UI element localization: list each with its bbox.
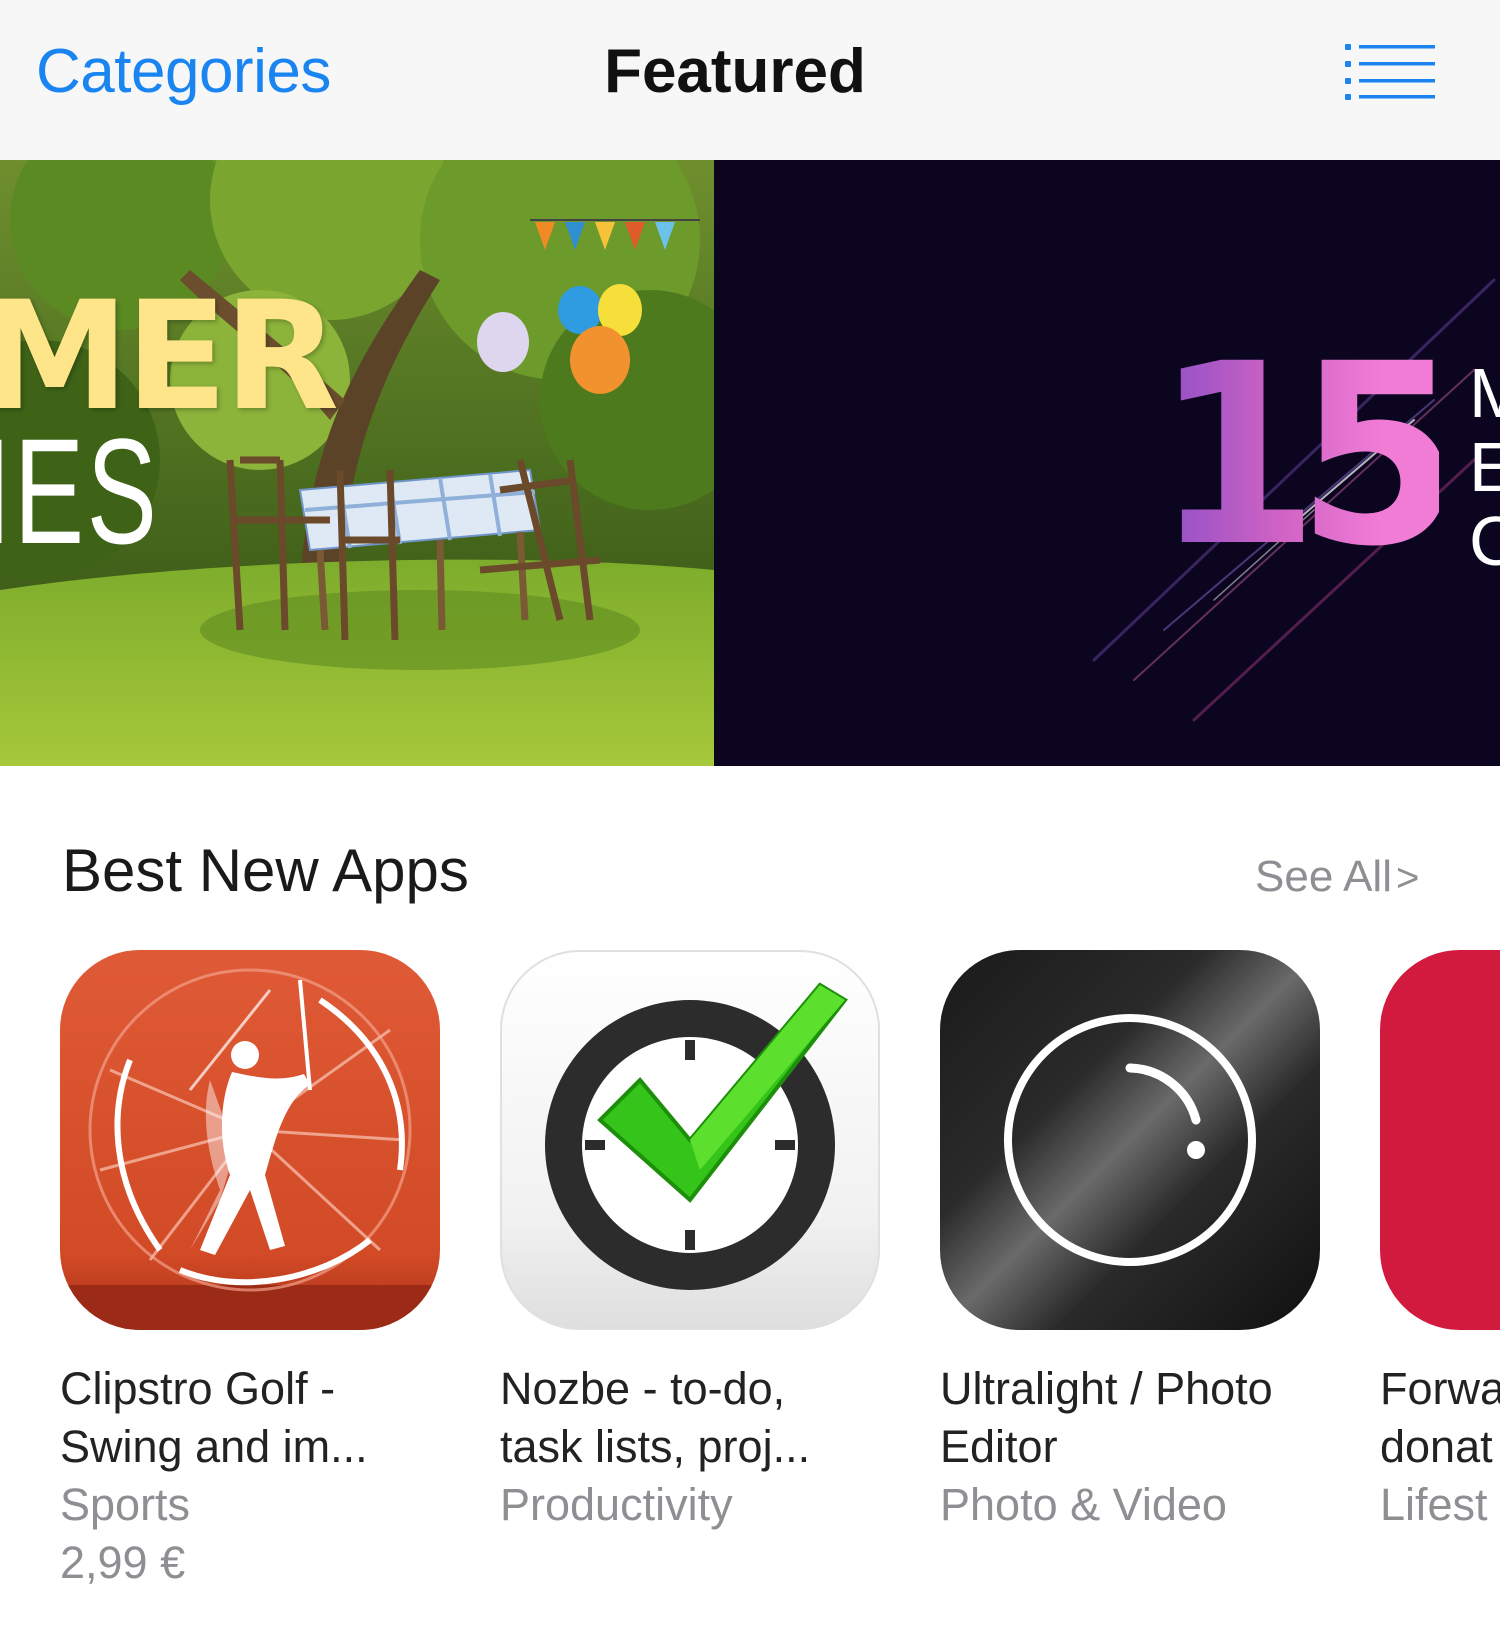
app-name: Clipstro Golf - Swing and im... (60, 1360, 450, 1476)
clock-check-icon (500, 950, 880, 1330)
app-name-line: Forwa (1380, 1363, 1500, 1414)
app-category: Sports (60, 1479, 191, 1530)
fifteen-banner[interactable]: 15 M E C (714, 160, 1500, 766)
see-all-label: See All (1255, 852, 1392, 901)
golfer-icon (60, 950, 440, 1330)
see-all-link[interactable]: See All > (1255, 852, 1419, 902)
banner-subheadline: IES (0, 407, 160, 575)
chevron-right-icon: > (1395, 856, 1420, 900)
categories-button[interactable]: Categories (36, 36, 331, 107)
app-name-line: Editor (940, 1421, 1058, 1472)
navigation-bar: Categories Featured (0, 0, 1500, 161)
red-app-icon (1380, 950, 1500, 1330)
camera-lens-icon (940, 950, 1320, 1330)
featured-banners: MER IES 15 M E C (0, 160, 1500, 766)
app-name-line: task lists, proj... (500, 1421, 811, 1472)
app-name-line: Ultralight / Photo (940, 1363, 1273, 1414)
app-name: Ultralight / Photo Editor (940, 1360, 1330, 1476)
side-letter: M (1469, 354, 1500, 432)
banner-side-letters: M E C (1469, 356, 1500, 578)
app-card-nozbe[interactable]: Nozbe - to-do, task lists, proj... Produ… (500, 950, 880, 1534)
side-letter: C (1469, 502, 1500, 580)
page-title: Featured (604, 37, 866, 106)
app-name-line: Clipstro Golf - (60, 1363, 336, 1414)
app-category: Productivity (500, 1479, 733, 1530)
app-name-line: Nozbe - to-do, (500, 1363, 786, 1414)
app-category: Lifest (1380, 1479, 1488, 1530)
app-card-forward[interactable]: Forwa donat Lifest (1380, 950, 1500, 1534)
app-card-ultralight[interactable]: Ultralight / Photo Editor Photo & Video (940, 950, 1320, 1534)
app-name-line: donat (1380, 1421, 1493, 1472)
app-price: 2,99 € (60, 1537, 186, 1588)
summer-parties-banner[interactable]: MER IES (0, 160, 714, 766)
banner-big-number: 15 (1154, 310, 1462, 601)
app-name-line: Swing and im... (60, 1421, 368, 1472)
list-icon[interactable] (1345, 42, 1435, 102)
side-letter: E (1469, 428, 1500, 506)
app-name: Forwa donat (1380, 1360, 1500, 1476)
app-name: Nozbe - to-do, task lists, proj... (500, 1360, 890, 1476)
section-title: Best New Apps (62, 837, 469, 904)
app-card-clipstro-golf[interactable]: Clipstro Golf - Swing and im... Sports 2… (60, 950, 440, 1592)
app-category: Photo & Video (940, 1479, 1227, 1530)
